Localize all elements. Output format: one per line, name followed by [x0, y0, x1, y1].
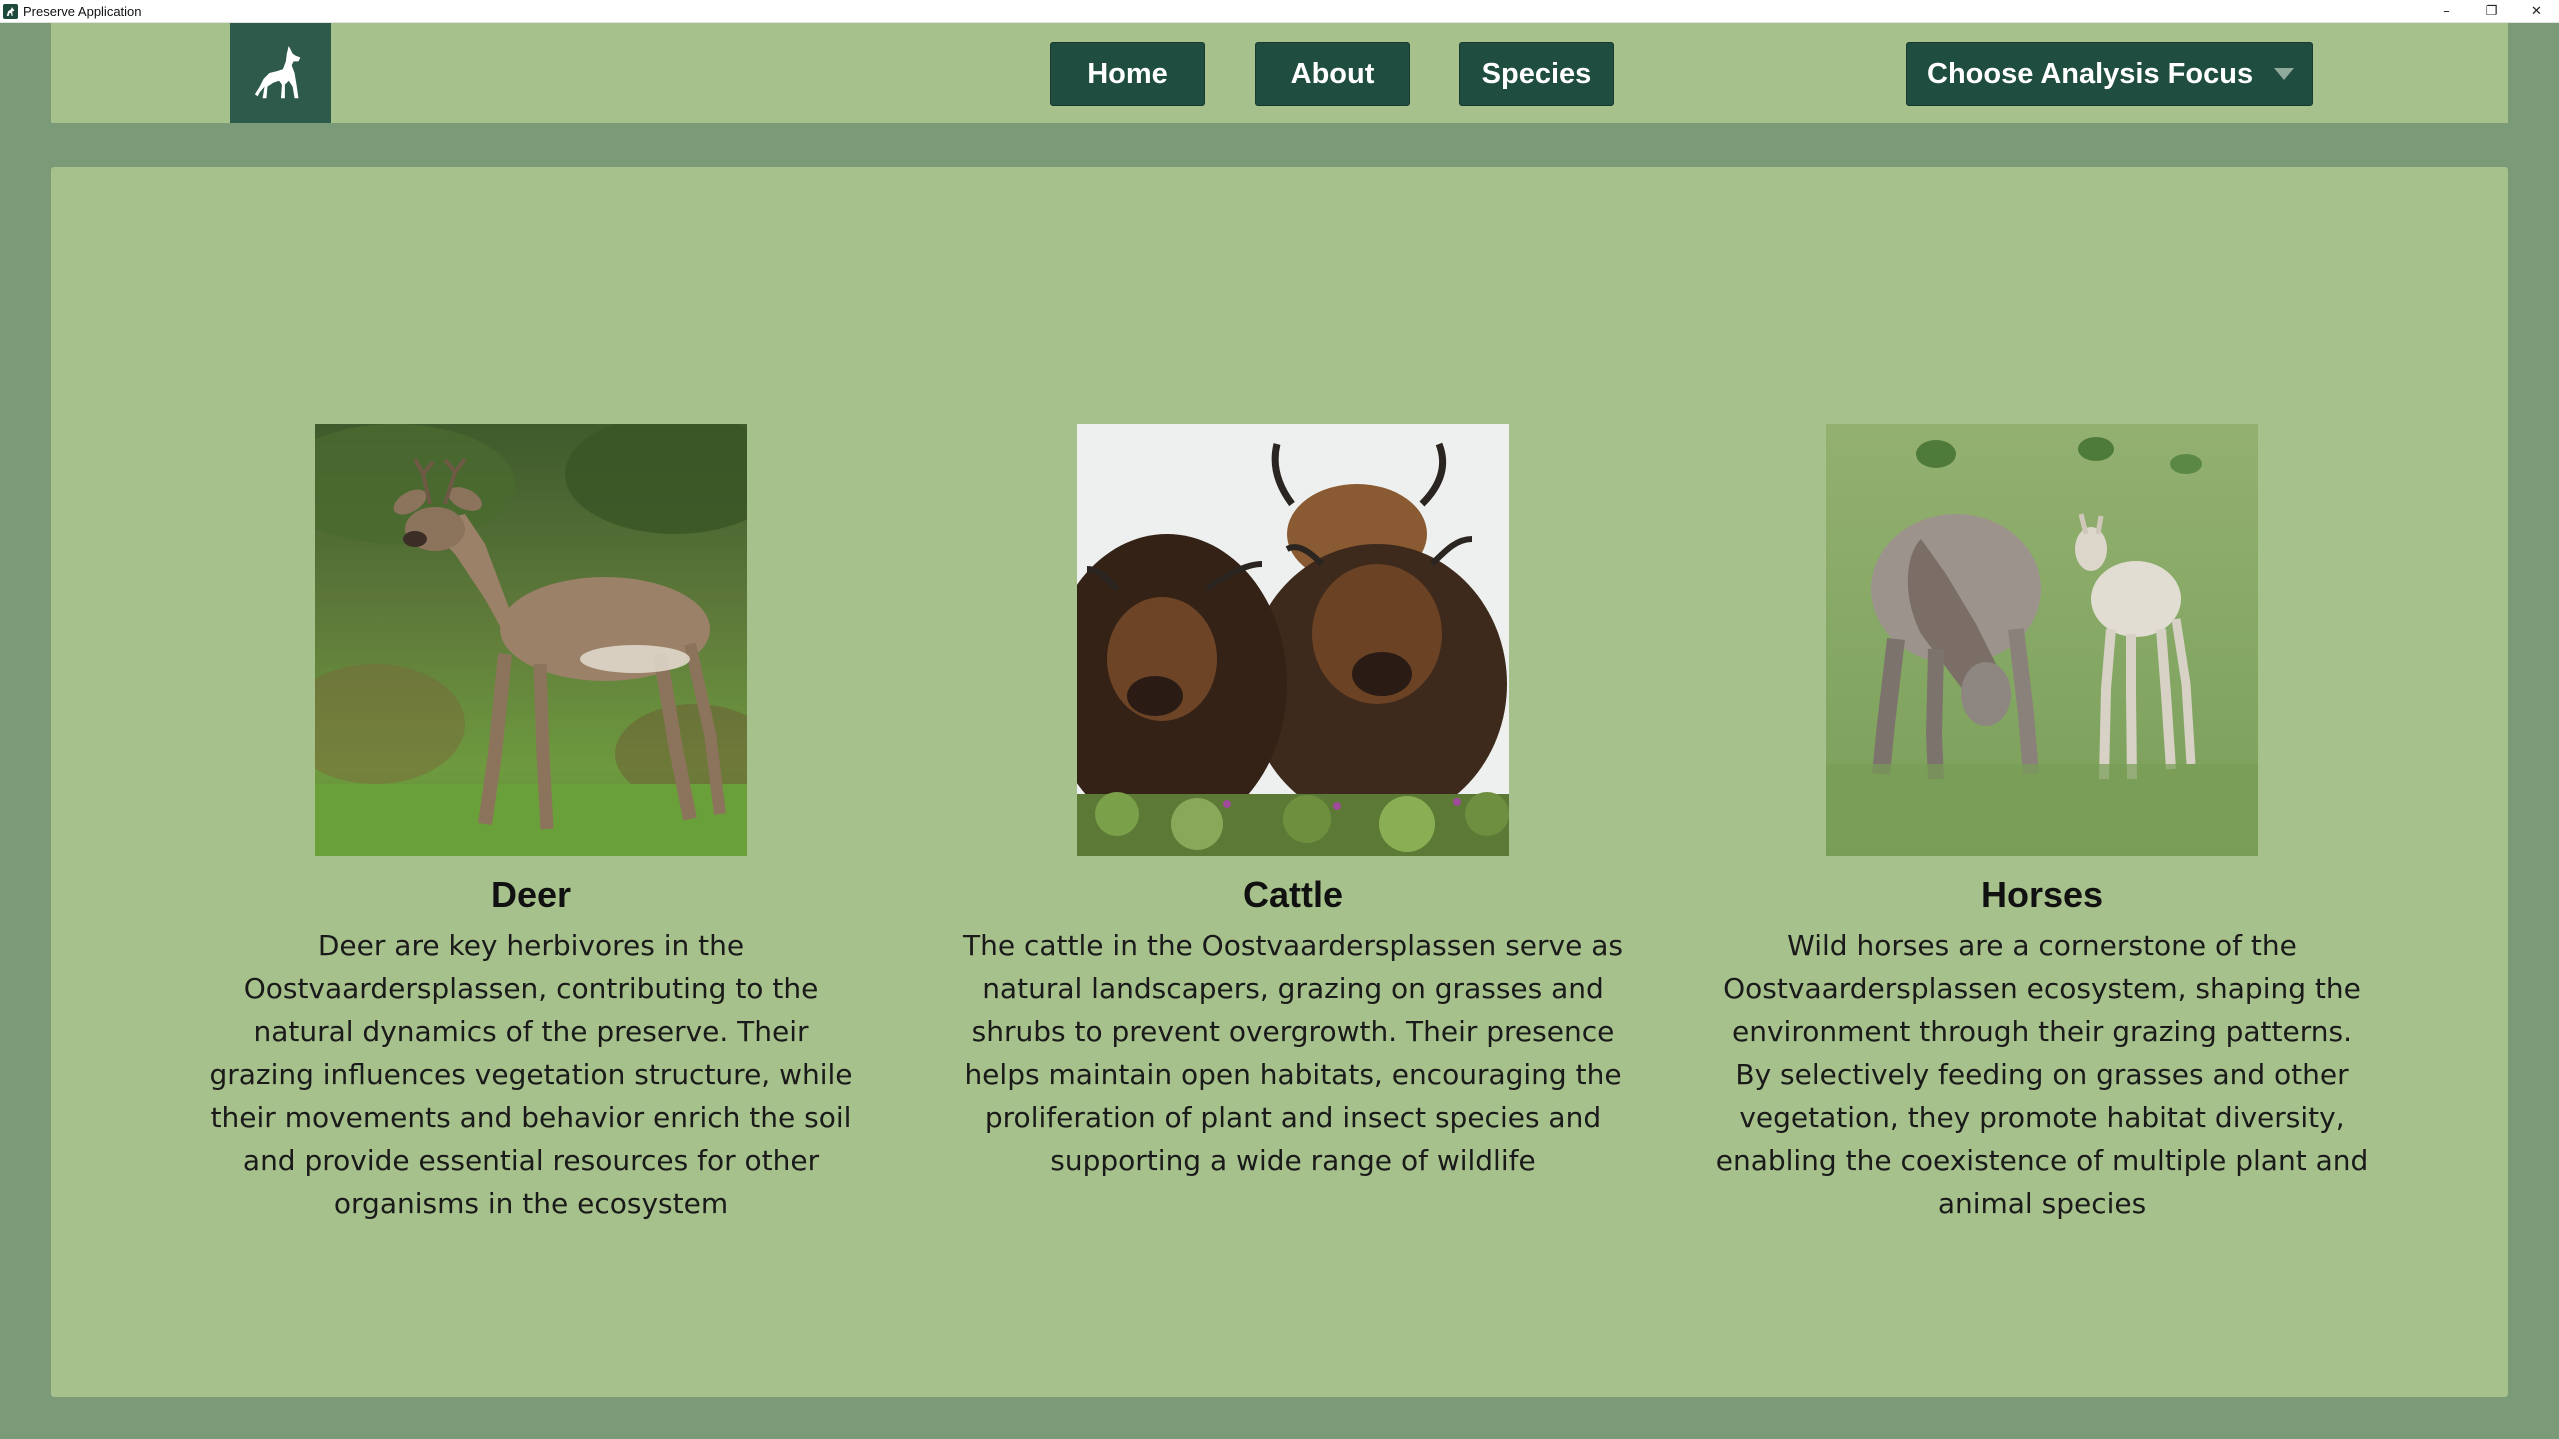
- species-title-horses: Horses: [1980, 874, 2104, 915]
- top-navbar: Home About Species Choose Analysis Focus: [51, 23, 2508, 123]
- species-button[interactable]: Species: [1459, 42, 1614, 106]
- home-button[interactable]: Home: [1050, 42, 1205, 106]
- restore-button[interactable]: ❐: [2469, 0, 2514, 23]
- species-description-horses: Wild horses are a cornerstone of the Oos…: [1715, 929, 2369, 1220]
- window-controls: – ❐ ✕: [2424, 0, 2559, 23]
- minimize-button[interactable]: –: [2424, 0, 2469, 23]
- species-title-cattle: Cattle: [1242, 874, 1344, 915]
- close-button[interactable]: ✕: [2514, 0, 2559, 23]
- species-panel: Deer Deer are key herbivores in the Oost…: [51, 167, 2508, 1397]
- species-description-deer: Deer are key herbivores in the Oostvaard…: [209, 929, 853, 1220]
- species-description-cattle: The cattle in the Oostvaardersplassen se…: [963, 929, 1623, 1177]
- deer-photo: [315, 424, 747, 856]
- wolf-logo-icon[interactable]: [230, 23, 331, 123]
- cattle-photo: [1077, 424, 1509, 856]
- horses-photo: [1826, 424, 2258, 856]
- analysis-focus-dropdown[interactable]: Choose Analysis Focus: [1906, 42, 2313, 106]
- chevron-down-icon: [2274, 68, 2294, 80]
- about-button[interactable]: About: [1255, 42, 1410, 106]
- window-title: Preserve Application: [23, 3, 142, 19]
- species-title-deer: Deer: [490, 874, 572, 915]
- app-icon: [3, 3, 18, 19]
- window-titlebar: Preserve Application – ❐ ✕: [0, 0, 2559, 23]
- analysis-focus-label: Choose Analysis Focus: [1927, 57, 2254, 90]
- app-root: Home About Species Choose Analysis Focus: [0, 23, 2559, 1439]
